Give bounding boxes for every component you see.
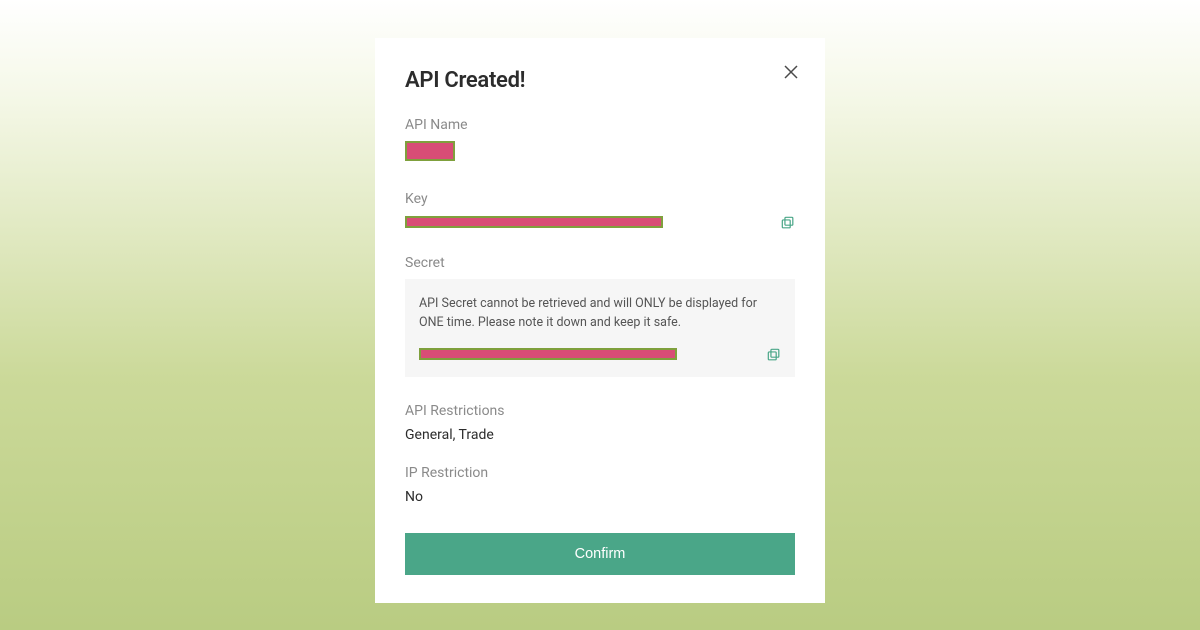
ip-label: IP Restriction [405,465,795,481]
copy-icon [781,216,795,230]
secret-box: API Secret cannot be retrieved and will … [405,279,795,377]
ip-section: IP Restriction No [405,465,795,505]
copy-secret-button[interactable] [767,347,781,361]
restrictions-label: API Restrictions [405,403,795,419]
modal-title: API Created! [405,68,795,93]
restrictions-section: API Restrictions General, Trade [405,403,795,443]
confirm-button[interactable]: Confirm [405,533,795,575]
secret-label: Secret [405,255,795,271]
close-button[interactable] [781,62,801,82]
api-name-section: API Name [405,117,795,165]
restrictions-value: General, Trade [405,427,795,443]
secret-row [419,347,781,361]
key-section: Key [405,191,795,229]
secret-value-redacted [419,348,677,360]
copy-icon [767,348,781,362]
key-value-redacted [405,216,663,228]
key-label: Key [405,191,795,207]
api-created-modal: API Created! API Name Key Secret API Sec… [375,38,825,603]
secret-warning: API Secret cannot be retrieved and will … [419,295,781,333]
close-icon [783,64,799,80]
copy-key-button[interactable] [781,215,795,229]
key-row [405,215,795,229]
api-name-label: API Name [405,117,795,133]
api-name-value-redacted [405,141,455,161]
secret-section: Secret API Secret cannot be retrieved an… [405,255,795,377]
ip-value: No [405,489,795,505]
